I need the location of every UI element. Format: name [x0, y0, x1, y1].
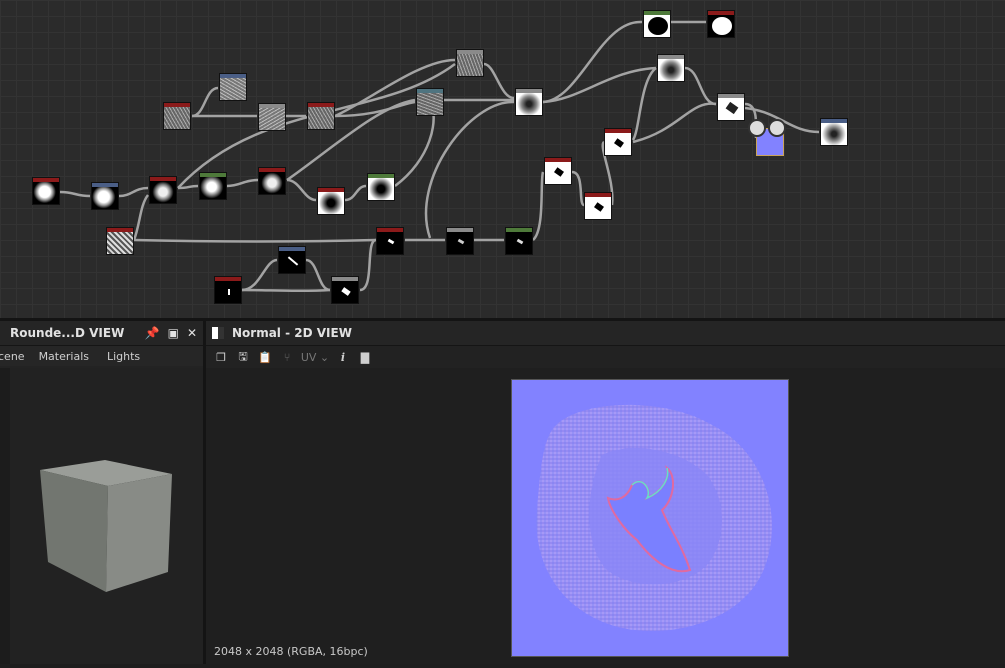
graph-node[interactable]	[163, 102, 191, 130]
checker-icon	[212, 327, 224, 339]
graph-node[interactable]	[446, 227, 474, 255]
graph-node[interactable]	[416, 88, 444, 116]
graph-node[interactable]	[707, 10, 735, 38]
graph-node[interactable]	[643, 10, 671, 38]
panel-title: Normal - 2D VIEW	[232, 326, 352, 340]
3d-view-panel: Rounde...D VIEW 📌 ▣ ✕ cene Materials Lig…	[0, 321, 203, 664]
tab-materials[interactable]: Materials	[39, 350, 89, 363]
graph-node[interactable]	[456, 49, 484, 77]
image-status: 2048 x 2048 (RGBA, 16bpc)	[214, 645, 368, 658]
uv-label: UV	[300, 350, 317, 364]
tab-scene[interactable]: cene	[0, 350, 25, 363]
side-toolbar	[0, 368, 10, 664]
save-icon[interactable]: 🖫	[232, 348, 254, 366]
graph-node[interactable]	[820, 118, 848, 146]
graph-node[interactable]	[214, 276, 242, 304]
2d-view-toolbar: ❐ 🖫 📋 ⑂ UV ⌄ i ▇	[206, 346, 1005, 368]
graph-node[interactable]	[515, 88, 543, 116]
3d-view-tabs: cene Materials Lights	[0, 346, 203, 366]
graph-node[interactable]	[717, 93, 745, 121]
uv-dropdown[interactable]: UV ⌄	[298, 348, 332, 366]
maximize-icon[interactable]: ▣	[168, 326, 179, 340]
graph-node[interactable]	[376, 227, 404, 255]
rounded-cube	[40, 460, 172, 592]
graph-node[interactable]	[367, 173, 395, 201]
node-badge-icon	[748, 119, 766, 137]
graph-node[interactable]	[199, 172, 227, 200]
node-graph-canvas[interactable]	[0, 0, 1005, 318]
2d-view-header: Normal - 2D VIEW	[206, 321, 1005, 346]
graph-node[interactable]	[657, 54, 685, 82]
graph-node[interactable]	[91, 182, 119, 210]
graph-node[interactable]	[544, 157, 572, 185]
graph-node[interactable]	[278, 246, 306, 274]
graph-node[interactable]	[258, 167, 286, 195]
3d-view-header: Rounde...D VIEW 📌 ▣ ✕	[0, 321, 203, 346]
graph-node[interactable]	[331, 276, 359, 304]
graph-node[interactable]	[149, 176, 177, 204]
graph-node[interactable]	[604, 128, 632, 156]
graph-node[interactable]	[32, 177, 60, 205]
graph-node[interactable]	[505, 227, 533, 255]
pin-icon[interactable]: 📌	[145, 326, 160, 340]
copy-view-icon[interactable]: ❐	[210, 348, 232, 366]
graph-wires	[59, 20, 820, 293]
close-icon[interactable]: ✕	[187, 326, 197, 340]
share-icon[interactable]: ⑂	[276, 348, 298, 366]
graph-node[interactable]	[307, 102, 335, 130]
panel-title: Rounde...D VIEW	[10, 326, 125, 340]
graph-node[interactable]	[219, 73, 247, 101]
2d-view-panel: Normal - 2D VIEW ❐ 🖫 📋 ⑂ UV ⌄ i ▇ 2048 x…	[206, 321, 1005, 664]
paste-icon[interactable]: 📋	[254, 348, 276, 366]
3d-viewport[interactable]	[10, 368, 203, 664]
graph-node[interactable]	[584, 192, 612, 220]
graph-node[interactable]	[317, 187, 345, 215]
histogram-icon[interactable]: ▇	[354, 348, 376, 366]
tab-lights[interactable]: Lights	[107, 350, 140, 363]
graph-node[interactable]	[258, 103, 286, 131]
normal-map-texture	[536, 404, 772, 631]
normal-map-preview[interactable]	[511, 379, 789, 657]
graph-node[interactable]	[106, 227, 134, 255]
info-icon[interactable]: i	[332, 348, 354, 366]
node-badge-icon	[768, 119, 786, 137]
